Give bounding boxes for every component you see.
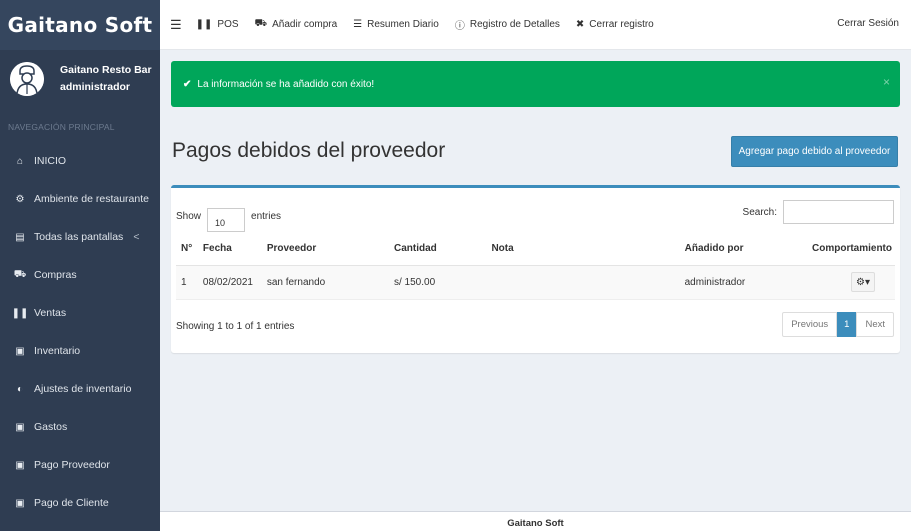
nav-link-cerrar-registro[interactable]: ✖ Cerrar registro [576,19,654,30]
column-header-proveedor[interactable]: Proveedor [261,233,389,266]
money-icon: ▣ [15,421,25,433]
search-input[interactable] [783,200,894,224]
sidebar-item-ambiente[interactable]: ⚙ Ambiente de restaurante [0,180,160,218]
nav-link-registro-detalles[interactable]: ⓘ Registro de Detalles [455,17,560,32]
sidebar-item-label: Todas las pantallas [34,231,124,243]
file-icon: ▤ [15,231,25,243]
nav-link-label: Añadir compra [272,19,338,30]
cutlery-icon: ❚❚ [11,307,29,319]
entries-label: entries [251,210,282,222]
nav-link-label: POS [217,19,239,30]
cell-anadido-por: administrador [679,265,807,300]
column-header-nota[interactable]: Nota [486,233,680,266]
sidebar-item-label: Gastos [34,421,68,433]
success-alert: ✔ La información se ha añadido con éxito… [171,61,900,107]
nav-link-resumen-diario[interactable]: ☰ Resumen Diario [353,19,439,30]
pagination-page[interactable]: 1 [837,312,857,337]
sidebar-item-ventas[interactable]: ❚❚ Ventas [0,294,160,332]
logout-link[interactable]: Cerrar Sesión [837,18,899,29]
actions-dropdown-button[interactable]: ⚙▾ [851,272,875,292]
nav-link-label: Resumen Diario [367,19,439,30]
column-header-cantidad[interactable]: Cantidad [389,233,487,266]
search-label: Search: [742,206,777,218]
truck-icon: ⛟ [254,18,268,29]
column-header-anadido-por[interactable]: Añadido por [679,233,807,266]
sidebar-item-gastos[interactable]: ▣ Gastos [0,408,160,446]
cell-fecha: 08/02/2021 [197,265,262,300]
sidebar-item-pago-proveedor[interactable]: ▣ Pago Proveedor [0,446,160,484]
column-header-n[interactable]: N° [176,233,198,266]
search-control: Search: [743,200,894,224]
column-header-comportamiento[interactable]: Comportamiento [807,233,895,266]
cell-n: 1 [176,265,198,300]
sidebar-item-label: Pago Proveedor [34,459,110,471]
sidebar-item-label: Ventas [34,307,67,319]
user-name: Gaitano Resto Bar [60,64,152,76]
entries-length-select[interactable]: 10 [207,208,246,232]
table-row: 1 08/02/2021 san fernando s/ 150.00 admi… [176,265,895,300]
nav-link-pos[interactable]: ❚❚ POS [196,19,239,30]
page-title: Pagos debidos del proveedor [172,139,446,162]
sidebar-item-compras[interactable]: ⛟ Compras [0,256,160,294]
sidebar: Gaitano Soft Gaitano Resto Bar administr… [0,0,160,531]
add-supplier-payment-button[interactable]: Agregar pago debido al proveedor [731,136,898,167]
list-icon: ☰ [353,19,363,30]
pagination: Previous 1 Next [782,312,894,337]
table-header-row: N° Fecha Proveedor Cantidad Nota Añadido… [176,233,895,266]
gear-icon: ⚙▾ [856,276,870,288]
top-navbar: ☰ ❚❚ POS ⛟ Añadir compra ☰ Resumen Diari… [160,0,911,50]
main-content: ✔ La información se ha añadido con éxito… [160,50,911,511]
adjust-icon: ◐ [16,383,24,395]
footer: Gaitano Soft [160,511,911,531]
user-info: Gaitano Resto Bar administrador [60,62,152,96]
chef-avatar-icon [10,62,44,96]
alert-message: La información se ha añadido con éxito! [197,78,375,90]
sidebar-item-ajustes[interactable]: ◐ Ajustes de inventario [0,370,160,408]
cell-nota [486,265,680,300]
close-circle-icon: ✖ [575,19,585,30]
cell-actions: ⚙▾ [807,265,895,300]
check-icon: ✔ [183,78,192,90]
nav-link-label: Registro de Detalles [469,19,560,30]
money-icon: ▣ [15,497,25,509]
cell-cantidad: s/ 150.00 [389,265,487,300]
nav-header: NAVEGACIÓN PRINCIPAL [8,122,115,132]
show-label: Show [176,210,202,222]
hamburger-menu-icon[interactable]: ☰ [170,17,182,33]
length-control: Show 10 entries [176,204,282,232]
sidebar-item-pago-cliente[interactable]: ▣ Pago de Cliente [0,484,160,522]
sidebar-item-label: Ajustes de inventario [34,383,132,395]
sidebar-item-label: INICIO [34,155,67,167]
payments-table: N° Fecha Proveedor Cantidad Nota Añadido… [176,233,895,300]
info-icon: ⓘ [454,21,465,32]
avatar [10,62,44,96]
brand-logo[interactable]: Gaitano Soft [0,0,160,50]
cutlery-icon: ❚❚ [195,19,213,30]
sidebar-item-label: Inventario [34,345,81,357]
pagination-previous[interactable]: Previous [782,312,838,337]
truck-icon: ⛟ [13,268,27,280]
inbox-icon: ▣ [15,345,25,357]
column-header-fecha[interactable]: Fecha [197,233,262,266]
pagination-next[interactable]: Next [856,312,894,337]
sidebar-item-pantallas[interactable]: ▤ Todas las pantallas < [0,218,160,256]
sidebar-item-inventario[interactable]: ▣ Inventario [0,332,160,370]
gear-icon: ⚙ [15,193,25,205]
sidebar-item-label: Ambiente de restaurante [34,193,149,205]
cell-proveedor: san fernando [261,265,389,300]
sidebar-item-label: Pago de Cliente [34,497,109,509]
table-info: Showing 1 to 1 of 1 entries [176,321,295,332]
nav-link-anadir-compra[interactable]: ⛟ Añadir compra [255,18,338,31]
home-icon: ⌂ [16,155,24,167]
nav-link-label: Cerrar registro [589,19,654,30]
sidebar-item-label: Compras [34,269,77,281]
sidebar-item-inicio[interactable]: ⌂ INICIO [0,142,160,180]
chevron-left-icon: < [133,231,140,243]
close-icon[interactable]: × [883,75,890,89]
payments-table-box: Show 10 entries Search: N° Fecha Proveed… [171,185,900,353]
money-icon: ▣ [15,459,25,471]
user-panel: Gaitano Resto Bar administrador [0,50,160,108]
user-role: administrador [60,81,131,93]
